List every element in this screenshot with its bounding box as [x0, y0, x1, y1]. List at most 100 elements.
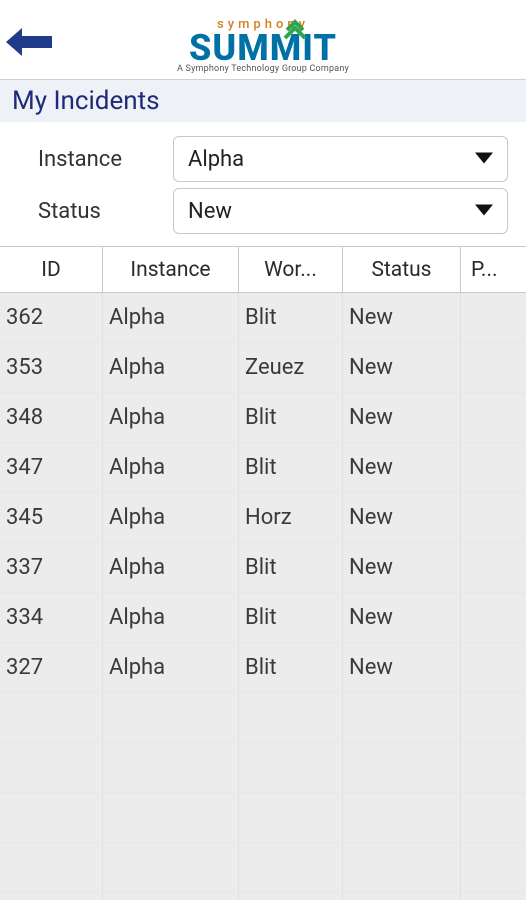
cell-status: New	[343, 443, 461, 492]
cell-instance: Alpha	[103, 293, 239, 342]
cell-id: 353	[0, 343, 103, 392]
table-row[interactable]: 348AlphaBlitNew	[0, 393, 526, 443]
table-row-empty	[0, 743, 526, 793]
cell-instance: Alpha	[103, 543, 239, 592]
table-row-empty	[0, 693, 526, 743]
cell-instance	[103, 843, 239, 892]
cell-status: New	[343, 543, 461, 592]
col-header-id[interactable]: ID	[0, 247, 103, 292]
filter-instance-row: Instance Alpha	[38, 136, 508, 182]
cell-status: New	[343, 293, 461, 342]
table-row-empty	[0, 843, 526, 893]
cell-id: 362	[0, 293, 103, 342]
cell-instance	[103, 893, 239, 900]
filter-instance-value: Alpha	[188, 147, 244, 172]
cell-instance	[103, 793, 239, 842]
cell-id	[0, 893, 103, 900]
cell-instance	[103, 693, 239, 742]
cell-p	[461, 443, 526, 492]
cell-wor: Blit	[239, 593, 343, 642]
back-arrow-icon[interactable]	[6, 28, 54, 60]
cell-id: 327	[0, 643, 103, 692]
table-row-empty	[0, 893, 526, 900]
col-header-instance[interactable]: Instance	[103, 247, 239, 292]
cell-p	[461, 393, 526, 442]
cell-status: New	[343, 393, 461, 442]
cell-wor: Blit	[239, 293, 343, 342]
col-header-wor[interactable]: Wor...	[239, 247, 343, 292]
table-row[interactable]: 327AlphaBlitNew	[0, 643, 526, 693]
filter-status-select[interactable]: New	[173, 188, 508, 234]
cell-instance: Alpha	[103, 643, 239, 692]
cell-status: New	[343, 643, 461, 692]
filters: Instance Alpha Status New	[0, 122, 526, 246]
cell-wor: Zeuez	[239, 343, 343, 392]
cell-instance: Alpha	[103, 493, 239, 542]
table-row[interactable]: 334AlphaBlitNew	[0, 593, 526, 643]
cell-p	[461, 593, 526, 642]
cell-wor: Blit	[239, 643, 343, 692]
cell-status: New	[343, 343, 461, 392]
cell-p	[461, 693, 526, 742]
filter-instance-label: Instance	[38, 147, 173, 172]
chevron-down-icon	[475, 202, 493, 221]
cell-status	[343, 693, 461, 742]
cell-wor: Horz	[239, 493, 343, 542]
logo-main-text: SUMMIT	[177, 32, 349, 64]
cell-instance: Alpha	[103, 443, 239, 492]
app-header: symphony SUMMIT A Symphony Technology Gr…	[0, 0, 526, 80]
cell-id	[0, 693, 103, 742]
cell-instance: Alpha	[103, 593, 239, 642]
page-title-bar: My Incidents	[0, 80, 526, 122]
cell-p	[461, 343, 526, 392]
filter-instance-select[interactable]: Alpha	[173, 136, 508, 182]
cell-p	[461, 843, 526, 892]
chevron-down-icon	[475, 150, 493, 169]
app-logo: symphony SUMMIT A Symphony Technology Gr…	[177, 17, 349, 74]
table-row[interactable]: 353AlphaZeuezNew	[0, 343, 526, 393]
cell-id: 348	[0, 393, 103, 442]
cell-id	[0, 793, 103, 842]
cell-status: New	[343, 593, 461, 642]
cell-status: New	[343, 493, 461, 542]
table-row[interactable]: 337AlphaBlitNew	[0, 543, 526, 593]
cell-id: 337	[0, 543, 103, 592]
cell-id	[0, 843, 103, 892]
cell-wor: Blit	[239, 393, 343, 442]
table-row[interactable]: 347AlphaBlitNew	[0, 443, 526, 493]
cell-p	[461, 893, 526, 900]
filter-status-value: New	[188, 199, 232, 224]
logo-chevron-icon	[281, 12, 309, 44]
cell-wor	[239, 893, 343, 900]
cell-instance: Alpha	[103, 393, 239, 442]
cell-p	[461, 293, 526, 342]
cell-instance	[103, 743, 239, 792]
cell-p	[461, 743, 526, 792]
cell-status	[343, 743, 461, 792]
cell-id: 347	[0, 443, 103, 492]
cell-wor	[239, 843, 343, 892]
cell-wor	[239, 743, 343, 792]
filter-status-label: Status	[38, 199, 173, 224]
cell-wor	[239, 693, 343, 742]
table-row-empty	[0, 793, 526, 843]
col-header-p[interactable]: P...	[461, 247, 526, 292]
filter-status-row: Status New	[38, 188, 508, 234]
cell-wor	[239, 793, 343, 842]
table-row[interactable]: 362AlphaBlitNew	[0, 293, 526, 343]
cell-status	[343, 893, 461, 900]
cell-wor: Blit	[239, 443, 343, 492]
cell-status	[343, 843, 461, 892]
cell-p	[461, 793, 526, 842]
cell-wor: Blit	[239, 543, 343, 592]
cell-p	[461, 643, 526, 692]
table-row[interactable]: 345AlphaHorzNew	[0, 493, 526, 543]
table-body: 362AlphaBlitNew353AlphaZeuezNew348AlphaB…	[0, 293, 526, 900]
incidents-table: ID Instance Wor... Status P... 362AlphaB…	[0, 246, 526, 900]
cell-instance: Alpha	[103, 343, 239, 392]
col-header-status[interactable]: Status	[343, 247, 461, 292]
page-title: My Incidents	[12, 86, 514, 116]
cell-id: 345	[0, 493, 103, 542]
cell-id	[0, 743, 103, 792]
cell-p	[461, 493, 526, 542]
